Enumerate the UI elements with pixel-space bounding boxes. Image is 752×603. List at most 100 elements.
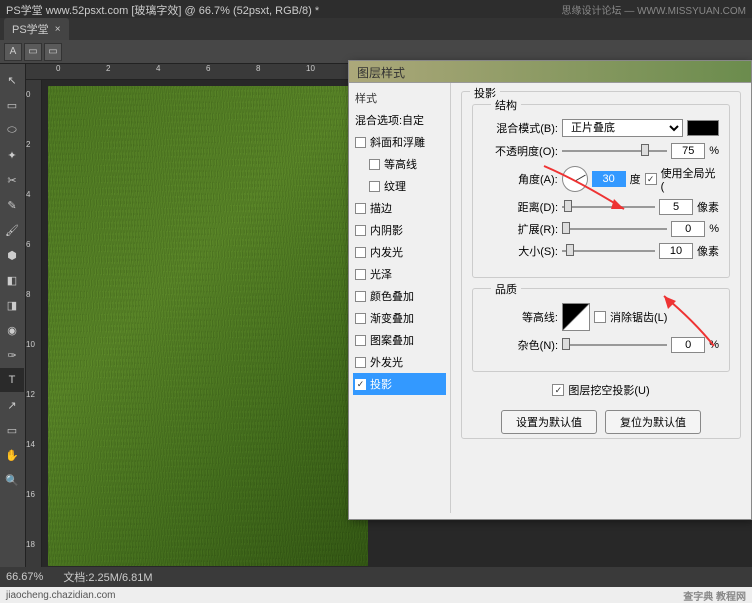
style-item[interactable]: 外发光 [353,351,446,373]
antialias-checkbox[interactable] [594,311,606,323]
ruler-vertical[interactable]: 0 2 4 6 8 10 12 14 16 18 [26,80,42,584]
style-checkbox[interactable] [355,313,366,324]
style-checkbox[interactable] [369,181,380,192]
quality-group: 品质 等高线: 消除锯齿(L) 杂色(N): % [472,288,730,372]
style-list: 样式 混合选项:自定 斜面和浮雕等高线纹理描边内阴影内发光光泽颜色叠加渐变叠加图… [349,83,451,513]
distance-slider[interactable] [562,200,655,214]
angle-label: 角度(A): [483,171,558,187]
crop-tool-icon[interactable]: ✂ [0,168,24,192]
style-item[interactable]: 图案叠加 [353,329,446,351]
style-item-label: 渐变叠加 [370,310,414,326]
type-tool-icon[interactable]: T [0,368,24,392]
style-item[interactable]: 内阴影 [353,219,446,241]
opacity-label: 不透明度(O): [483,143,558,159]
style-item-label: 纹理 [384,178,406,194]
style-item-label: 内发光 [370,244,403,260]
bottom-watermark: jiaocheng.chazidian.com 查字典 教程网 [0,587,752,603]
style-item[interactable]: 内发光 [353,241,446,263]
reset-default-button[interactable]: 复位为默认值 [605,410,701,434]
style-content: 投影 结构 混合模式(B): 正片叠底 不透明度(O): [451,83,751,513]
doc-size: 文档:2.25M/6.81M [63,569,152,585]
global-light-checkbox[interactable] [645,173,657,185]
blur-tool-icon[interactable]: ◉ [0,318,24,342]
blend-mode-label: 混合模式(B): [483,120,558,136]
option-icon[interactable]: ▭ [24,43,42,61]
style-item[interactable]: 投影 [353,373,446,395]
spread-label: 扩展(R): [483,221,558,237]
distance-label: 距离(D): [483,199,558,215]
watermark-logo: 查字典 教程网 [683,588,746,603]
zoom-level[interactable]: 66.67% [6,571,43,583]
style-item[interactable]: 渐变叠加 [353,307,446,329]
eraser-tool-icon[interactable]: ◧ [0,268,24,292]
section-title-group: 投影 结构 混合模式(B): 正片叠底 不透明度(O): [461,91,741,439]
style-item[interactable]: 纹理 [353,175,446,197]
spread-slider[interactable] [562,222,667,236]
style-checkbox[interactable] [355,137,366,148]
style-item[interactable]: 光泽 [353,263,446,285]
eyedropper-tool-icon[interactable]: ✎ [0,193,24,217]
canvas[interactable] [48,86,368,566]
brush-tool-icon[interactable]: 🖌 [0,218,24,242]
blend-options-item[interactable]: 混合选项:自定 [353,109,446,131]
opacity-input[interactable] [671,143,705,159]
style-checkbox[interactable] [369,159,380,170]
lasso-tool-icon[interactable]: ⬭ [0,118,24,142]
spread-input[interactable] [671,221,705,237]
dialog-title[interactable]: 图层样式 [349,61,751,83]
angle-dial[interactable] [562,166,588,192]
tool-preset-icon[interactable]: A [4,43,22,61]
tab-label: PS学堂 [12,21,49,37]
size-input[interactable] [659,243,693,259]
tab-bar: PS学堂 × [0,18,752,40]
size-slider[interactable] [562,244,655,258]
make-default-button[interactable]: 设置为默认值 [501,410,597,434]
style-item-label: 描边 [370,200,392,216]
knockout-checkbox[interactable] [552,384,564,396]
style-checkbox[interactable] [355,269,366,280]
shape-tool-icon[interactable]: ▭ [0,418,24,442]
opacity-slider[interactable] [562,144,667,158]
noise-input[interactable] [671,337,705,353]
style-checkbox[interactable] [355,335,366,346]
style-checkbox[interactable] [355,203,366,214]
shadow-color-swatch[interactable] [687,120,719,136]
zoom-tool-icon[interactable]: 🔍 [0,468,24,492]
document-tab[interactable]: PS学堂 × [4,18,69,40]
noise-label: 杂色(N): [483,337,558,353]
option-icon[interactable]: ▭ [44,43,62,61]
angle-input[interactable] [592,171,626,187]
style-checkbox[interactable] [355,379,366,390]
style-item[interactable]: 斜面和浮雕 [353,131,446,153]
marquee-tool-icon[interactable]: ▭ [0,93,24,117]
style-checkbox[interactable] [355,225,366,236]
hand-tool-icon[interactable]: ✋ [0,443,24,467]
gradient-tool-icon[interactable]: ◨ [0,293,24,317]
watermark-url: jiaocheng.chazidian.com [6,590,116,601]
style-item-label: 图案叠加 [370,332,414,348]
close-icon[interactable]: × [55,24,61,35]
style-item-label: 斜面和浮雕 [370,134,425,150]
contour-picker[interactable] [562,303,590,331]
grass-image [48,86,368,566]
watermark-top: 思缘设计论坛 — WWW.MISSYUAN.COM [562,2,746,16]
style-item[interactable]: 描边 [353,197,446,219]
style-item[interactable]: 颜色叠加 [353,285,446,307]
distance-input[interactable] [659,199,693,215]
tools-panel: ↖ ▭ ⬭ ✦ ✂ ✎ 🖌 ⬢ ◧ ◨ ◉ ✑ T ↗ ▭ ✋ 🔍 [0,64,26,584]
style-checkbox[interactable] [355,291,366,302]
path-tool-icon[interactable]: ↗ [0,393,24,417]
blend-mode-select[interactable]: 正片叠底 [562,119,683,137]
stamp-tool-icon[interactable]: ⬢ [0,243,24,267]
pen-tool-icon[interactable]: ✑ [0,343,24,367]
style-item-label: 颜色叠加 [370,288,414,304]
style-item[interactable]: 等高线 [353,153,446,175]
style-checkbox[interactable] [355,357,366,368]
structure-legend: 结构 [491,97,521,113]
wand-tool-icon[interactable]: ✦ [0,143,24,167]
quality-legend: 品质 [491,281,521,297]
style-item-label: 内阴影 [370,222,403,238]
noise-slider[interactable] [562,338,667,352]
style-checkbox[interactable] [355,247,366,258]
move-tool-icon[interactable]: ↖ [0,68,24,92]
